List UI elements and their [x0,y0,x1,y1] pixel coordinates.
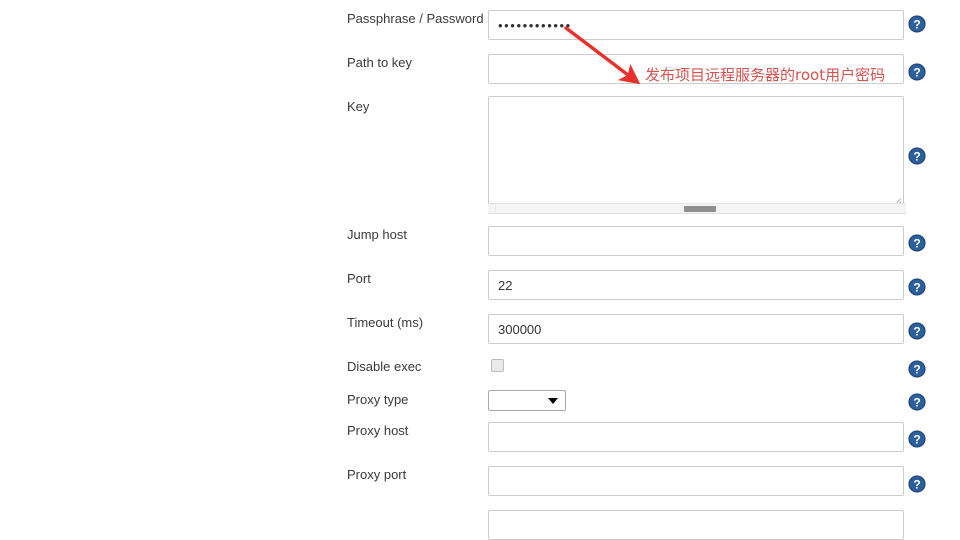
input-proxy-host[interactable] [488,422,904,452]
help-circle-icon[interactable]: ? [907,277,927,297]
select-proxy-type[interactable] [488,390,566,411]
checkbox-disable-exec[interactable] [491,359,504,372]
help-circle-icon[interactable]: ? [907,233,927,253]
svg-text:?: ? [913,66,920,80]
help-circle-icon[interactable]: ? [907,14,927,34]
annotation-label: 发布项目远程服务器的root用户密码 [645,66,886,84]
svg-text:?: ? [913,363,920,377]
input-port[interactable] [488,270,904,300]
svg-text:?: ? [913,433,920,447]
label-jump-host: Jump host [347,227,407,242]
label-proxy-port: Proxy port [347,467,407,482]
scrollbar-thumb[interactable] [684,206,716,212]
help-circle-icon[interactable]: ? [907,359,927,379]
input-key[interactable] [488,96,904,206]
svg-text:?: ? [913,325,920,339]
label-passphrase: Passphrase / Password [347,11,484,26]
help-circle-icon[interactable]: ? [907,474,927,494]
input-proxy-port[interactable] [488,466,904,496]
input-next-field-partial[interactable] [488,510,904,540]
chevron-down-icon [548,398,558,404]
label-proxy-host: Proxy host [347,423,409,438]
horizontal-scrollbar[interactable] [488,203,906,214]
help-circle-icon[interactable]: ? [907,429,927,449]
label-timeout: Timeout (ms) [347,315,424,330]
input-jump-host[interactable] [488,226,904,256]
svg-text:?: ? [913,478,920,492]
label-disable-exec: Disable exec [347,359,422,374]
svg-text:?: ? [913,237,920,251]
svg-text:?: ? [913,18,920,32]
input-timeout[interactable] [488,314,904,344]
label-path-to-key: Path to key [347,55,413,70]
input-passphrase[interactable] [488,10,904,40]
label-proxy-type: Proxy type [347,392,409,407]
help-circle-icon[interactable]: ? [907,321,927,341]
help-circle-icon[interactable]: ? [907,146,927,166]
svg-text:?: ? [913,150,920,164]
scrollbar-track[interactable] [488,204,496,213]
svg-text:?: ? [913,281,920,295]
label-port: Port [347,271,371,286]
label-key: Key [347,99,370,114]
svg-text:?: ? [913,396,920,410]
help-circle-icon[interactable]: ? [907,392,927,412]
help-circle-icon[interactable]: ? [907,62,927,82]
